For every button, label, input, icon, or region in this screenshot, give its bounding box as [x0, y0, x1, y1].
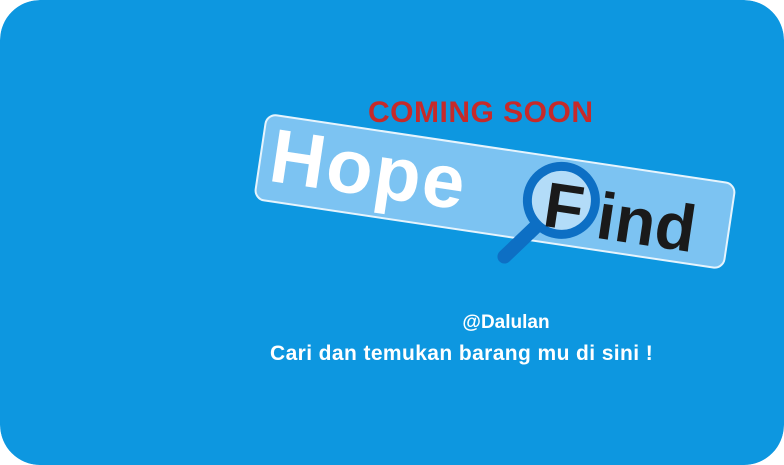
- hope-find-logo: Hope F ind: [254, 113, 736, 269]
- banner-card: COMING SOON Hope F ind @Dalulan Cari dan…: [0, 0, 784, 465]
- logo-word-ind: ind: [592, 178, 701, 266]
- tagline-text: Cari dan temukan barang mu di sini !: [270, 342, 654, 365]
- logo-word-hope: Hope: [265, 113, 473, 226]
- handle-text: @Dalulan: [462, 312, 550, 333]
